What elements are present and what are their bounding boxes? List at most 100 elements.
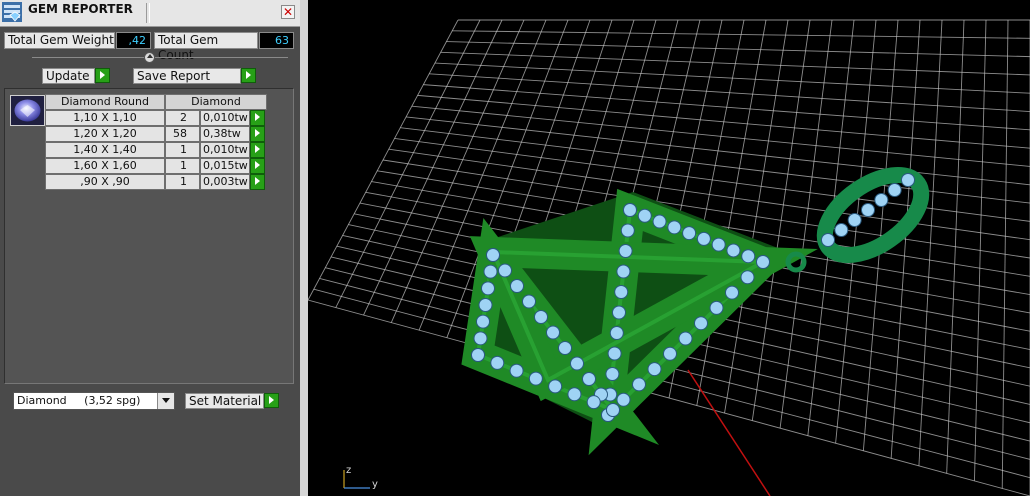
close-icon[interactable]: ✕	[281, 5, 295, 19]
table-row-weight: 0,015tw	[200, 158, 250, 174]
table-row-weight: 0,010tw	[200, 110, 250, 126]
panel-divider	[32, 57, 288, 58]
gem	[618, 244, 633, 258]
gem	[481, 281, 495, 296]
gem	[548, 379, 563, 394]
gem	[486, 248, 500, 262]
total-gem-count-label: Total Gem Count	[154, 32, 258, 62]
table-row-size: ,90 X ,90	[45, 174, 165, 190]
total-gem-weight-value: ,42	[116, 32, 151, 49]
row-select-icon[interactable]	[250, 142, 265, 158]
gem	[478, 298, 493, 312]
table-row-count: 58	[165, 126, 200, 142]
gem-reporter-panel: GEM REPORTER ✕ Total Gem Weight ,42 Tota…	[0, 0, 300, 496]
row-select-icon[interactable]	[250, 158, 265, 174]
table-row-size: 1,10 X 1,10	[45, 110, 165, 126]
gem	[567, 387, 582, 402]
gem	[647, 362, 662, 377]
gem	[756, 255, 770, 269]
row-select-icon[interactable]	[250, 126, 265, 142]
update-button[interactable]: Update	[42, 68, 95, 84]
gem	[623, 203, 637, 217]
material-dropdown[interactable]: Diamond (3,52 spg)	[13, 392, 175, 410]
gem	[652, 214, 667, 229]
gem	[874, 193, 889, 207]
set-material-go-icon[interactable]	[264, 393, 279, 408]
gem	[847, 213, 862, 227]
total-gem-count-value: 63	[259, 32, 294, 49]
gem	[620, 223, 635, 238]
gem	[570, 356, 584, 371]
gem	[725, 285, 739, 300]
gem	[821, 233, 835, 247]
column-header-material[interactable]: Diamond	[165, 94, 267, 110]
diamond-round-icon[interactable]	[10, 95, 45, 126]
table-row-weight: 0,003tw	[200, 174, 250, 190]
gem	[616, 264, 631, 279]
gem	[709, 300, 724, 315]
gem	[696, 231, 711, 246]
column-header-shape[interactable]: Diamond Round	[45, 94, 165, 110]
gem	[678, 331, 693, 346]
gem	[711, 237, 726, 252]
gem	[534, 310, 548, 324]
gem	[663, 346, 677, 361]
gem	[476, 314, 490, 329]
table-row-weight: 0,38tw	[200, 126, 250, 142]
table-row-count: 2	[165, 110, 200, 126]
gem	[614, 285, 629, 299]
gem	[901, 173, 915, 187]
gem	[605, 367, 620, 381]
row-select-icon[interactable]	[250, 174, 265, 190]
gem	[637, 208, 652, 223]
gem	[682, 226, 697, 241]
gem	[726, 243, 741, 258]
gem	[558, 341, 572, 355]
gem	[606, 403, 620, 417]
gem-reporter-icon	[2, 2, 22, 22]
table-row-size: 1,40 X 1,40	[45, 142, 165, 158]
row-select-icon[interactable]	[250, 110, 265, 126]
gem	[694, 316, 708, 331]
title-bar: GEM REPORTER ✕	[0, 0, 300, 27]
table-row-count: 1	[165, 142, 200, 158]
gem	[528, 371, 543, 386]
panel-splitter[interactable]	[300, 0, 308, 496]
update-go-icon[interactable]	[95, 68, 110, 83]
table-row-size: 1,60 X 1,60	[45, 158, 165, 174]
gem	[490, 355, 505, 370]
set-material-button[interactable]: Set Material	[185, 393, 264, 409]
table-row-size: 1,20 X 1,20	[45, 126, 165, 142]
gem	[861, 203, 875, 217]
axis-label-y: y	[372, 479, 378, 490]
gem	[740, 270, 755, 285]
total-gem-weight-label: Total Gem Weight	[4, 32, 115, 49]
chevron-down-icon[interactable]	[157, 393, 174, 409]
gem	[632, 377, 646, 392]
table-row-count: 1	[165, 174, 200, 190]
gem	[473, 331, 488, 346]
gem	[741, 249, 756, 264]
gem	[586, 395, 601, 410]
title-divider	[146, 3, 150, 23]
save-report-go-icon[interactable]	[241, 68, 256, 83]
gem	[616, 392, 631, 407]
gem	[607, 346, 622, 361]
gem	[887, 183, 902, 197]
gem	[483, 264, 498, 279]
gem	[667, 220, 682, 235]
axis-label-z: z	[346, 465, 351, 476]
gem	[546, 325, 560, 340]
gem	[510, 279, 524, 293]
gem	[834, 223, 849, 237]
gem	[612, 305, 626, 320]
collapse-toggle[interactable]	[144, 52, 155, 63]
gem	[509, 363, 524, 378]
window-title: GEM REPORTER	[28, 2, 133, 16]
gem	[609, 326, 624, 340]
save-report-button[interactable]: Save Report	[133, 68, 241, 84]
table-row-count: 1	[165, 158, 200, 174]
3d-viewport[interactable]: z y	[308, 0, 1030, 496]
material-dropdown-value: Diamond (3,52 spg)	[17, 394, 141, 407]
gem	[582, 372, 596, 386]
